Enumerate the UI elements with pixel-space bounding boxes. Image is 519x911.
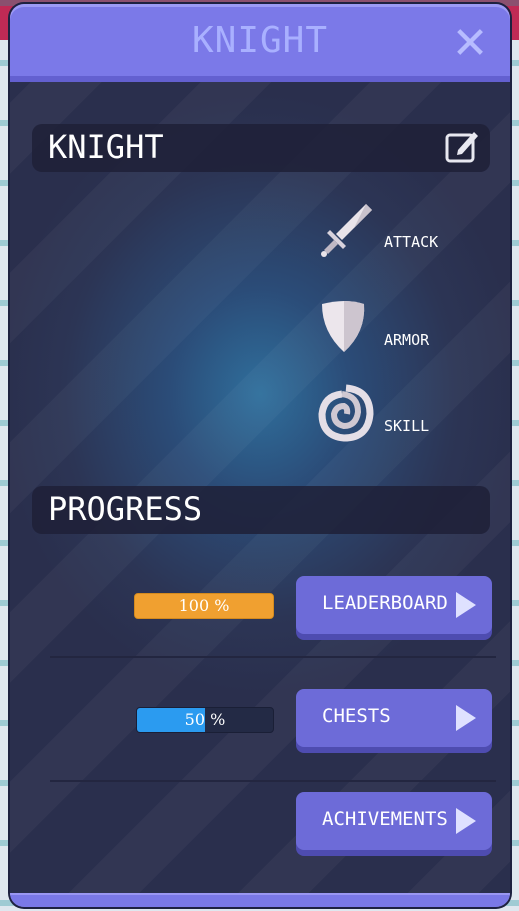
hero-name-bar: KNIGHT <box>32 124 490 172</box>
progress-title: PROGRESS <box>48 490 203 528</box>
leaderboard-button[interactable]: LEADERBOARD <box>296 576 492 634</box>
achievements-button[interactable]: ACHIVEMENTS <box>296 792 492 850</box>
stat-label: ARMOR <box>384 331 430 349</box>
stat-label: SKILL <box>384 417 430 435</box>
stat-armor: ARMOR <box>316 298 429 358</box>
button-label: LEADERBOARD <box>322 592 448 614</box>
edit-icon <box>445 132 478 163</box>
leaderboard-progress-bar: 100 % <box>134 593 274 619</box>
button-label: CHESTS <box>322 705 391 727</box>
hero-name: KNIGHT <box>48 128 164 166</box>
chests-button[interactable]: CHESTS <box>296 689 492 747</box>
stat-skill: SKILL <box>316 384 429 444</box>
progress-section-bar: PROGRESS <box>32 486 490 534</box>
chests-progress-bar: 50 % <box>136 707 274 733</box>
arrow-right-icon <box>456 705 476 731</box>
button-label: ACHIVEMENTS <box>322 808 448 830</box>
progress-text: 50 % <box>184 710 226 729</box>
arrow-right-icon <box>456 808 476 834</box>
window-title: KNIGHT <box>191 20 329 61</box>
divider <box>50 656 496 658</box>
sword-icon <box>321 204 372 257</box>
progress-text: 100 % <box>178 596 230 615</box>
edit-name-button[interactable] <box>444 128 480 164</box>
knight-panel: KNIGHT ✕ KNIGHT ATTACK ARMOR SKILL PROGR… <box>10 4 510 907</box>
title-bar: KNIGHT ✕ <box>10 4 510 82</box>
shield-icon <box>322 301 365 352</box>
stat-label: ATTACK <box>384 233 439 251</box>
divider <box>50 780 496 782</box>
stat-attack: ATTACK <box>316 200 438 260</box>
panel-bottom-edge <box>10 893 510 907</box>
close-button[interactable]: ✕ <box>450 22 490 66</box>
spiral-icon <box>318 384 374 442</box>
close-icon: ✕ <box>451 18 489 69</box>
arrow-right-icon <box>456 592 476 618</box>
